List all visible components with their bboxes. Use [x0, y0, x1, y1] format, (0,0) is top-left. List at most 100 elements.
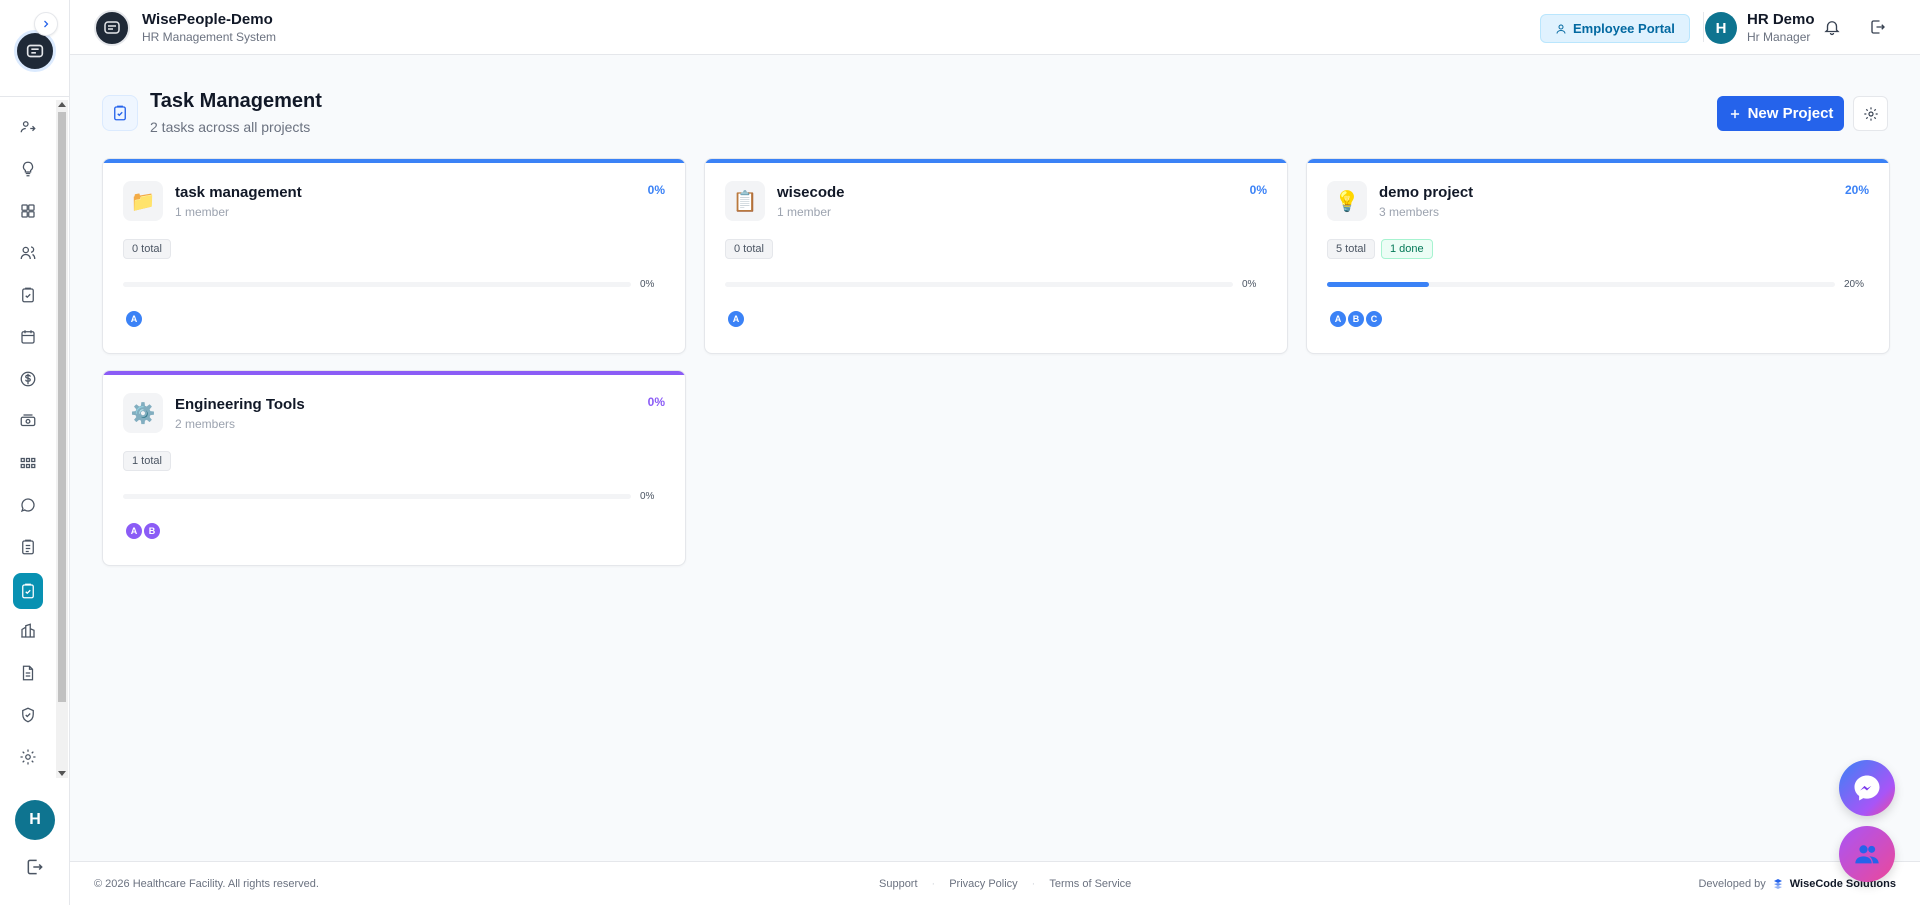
bell-icon — [1824, 21, 1840, 36]
progress-track — [123, 282, 631, 287]
project-members: 3 members — [1379, 205, 1440, 219]
project-card[interactable]: 💡 demo project 3 members 20% 5 total 1 d… — [1306, 158, 1890, 354]
task-count-chips: 0 total — [725, 239, 773, 259]
settings-icon — [19, 748, 37, 771]
sidebar-logout-button[interactable] — [25, 857, 45, 882]
employee-portal-button[interactable]: Employee Portal — [1540, 14, 1690, 43]
sidebar-item-shield[interactable] — [0, 696, 56, 738]
top-header: WisePeople-Demo HR Management System Emp… — [70, 0, 1920, 55]
sidebar-item-settings[interactable] — [0, 738, 56, 780]
logout-button[interactable] — [1869, 18, 1887, 41]
sidebar-item-users[interactable] — [0, 234, 56, 276]
sidebar-item-calendar[interactable] — [0, 318, 56, 360]
sidebar-item-lightbulb[interactable] — [0, 150, 56, 192]
users-icon — [19, 244, 37, 267]
project-members: 2 members — [175, 417, 236, 431]
member-avatar[interactable]: B — [142, 521, 162, 541]
settings-button[interactable] — [1853, 96, 1888, 131]
logout-icon — [1871, 20, 1885, 34]
gear-icon — [1863, 106, 1878, 121]
app-name: WisePeople-Demo — [142, 11, 273, 28]
progress-label: 0% — [1242, 279, 1257, 290]
project-card[interactable]: 📁 task management 1 member 0% 0 total 0%… — [102, 158, 686, 354]
member-avatar[interactable]: A — [1328, 309, 1348, 329]
sidebar-item-cash[interactable] — [0, 402, 56, 444]
project-emoji: ⚙️ — [130, 402, 156, 425]
task-icon — [13, 573, 43, 609]
team-chat-button[interactable] — [1839, 826, 1895, 882]
shield-icon — [19, 706, 37, 729]
project-color-bar — [103, 159, 685, 163]
calendar-icon — [19, 328, 37, 351]
user-name[interactable]: HR Demo — [1747, 11, 1815, 28]
sidebar-item-org-chart[interactable] — [0, 444, 56, 486]
header-divider — [1703, 12, 1704, 42]
progress-label: 20% — [1844, 279, 1865, 290]
project-card[interactable]: 📋 wisecode 1 member 0% 0 total 0% A — [704, 158, 1288, 354]
member-avatar[interactable]: B — [1346, 309, 1366, 329]
terms-of-service-link[interactable]: Terms of Service — [1049, 878, 1131, 890]
chevron-right-icon — [44, 20, 49, 28]
sidebar-item-grid[interactable] — [0, 192, 56, 234]
scroll-up-arrow[interactable] — [58, 102, 66, 107]
notifications-button[interactable] — [1823, 18, 1841, 41]
project-percent: 20% — [1844, 183, 1869, 197]
new-project-label: New Project — [1747, 105, 1834, 122]
project-name[interactable]: demo project — [1379, 184, 1473, 201]
project-icon: 📁 — [123, 181, 163, 221]
project-name[interactable]: Engineering Tools — [175, 396, 305, 413]
sidebar-avatar[interactable]: H — [15, 800, 55, 840]
messenger-chat-button[interactable] — [1839, 760, 1895, 816]
scroll-thumb[interactable] — [58, 112, 66, 702]
project-emoji: 📋 — [732, 190, 758, 213]
sidebar-expand-button[interactable] — [34, 12, 58, 36]
developer-name[interactable]: WiseCode Solutions — [1790, 878, 1896, 890]
project-emoji: 💡 — [1334, 190, 1360, 213]
progress-fill — [1327, 282, 1429, 287]
project-name[interactable]: task management — [175, 184, 302, 201]
grid-icon — [19, 202, 37, 225]
sidebar-scrollbar[interactable] — [56, 100, 68, 778]
app-logo[interactable] — [94, 10, 130, 46]
project-icon: ⚙️ — [123, 393, 163, 433]
sidebar-item-clipboard-check[interactable] — [0, 276, 56, 318]
sidebar: H — [0, 0, 70, 905]
dollar-icon — [19, 370, 37, 393]
sidebar-item-user-switch[interactable] — [0, 108, 56, 150]
project-card[interactable]: ⚙️ Engineering Tools 2 members 0% 1 tota… — [102, 370, 686, 566]
sidebar-logo[interactable] — [14, 30, 56, 72]
user-avatar[interactable]: H — [1705, 12, 1737, 44]
footer-separator: · — [931, 878, 936, 890]
project-emoji: 📁 — [130, 190, 156, 213]
sidebar-item-task[interactable] — [0, 570, 56, 612]
project-percent: 0% — [1249, 183, 1267, 197]
footer: © 2026 Healthcare Facility. All rights r… — [70, 861, 1920, 905]
sidebar-item-building[interactable] — [0, 612, 56, 654]
total-tasks-badge: 0 total — [123, 239, 171, 259]
sidebar-item-clipboard-list[interactable] — [0, 528, 56, 570]
sidebar-item-document[interactable] — [0, 654, 56, 696]
support-link[interactable]: Support — [879, 878, 918, 890]
privacy-policy-link[interactable]: Privacy Policy — [949, 878, 1017, 890]
member-avatar[interactable]: A — [124, 309, 144, 329]
sidebar-divider — [0, 96, 70, 97]
org-chart-icon — [19, 454, 37, 477]
member-avatars: A — [726, 309, 746, 329]
employee-portal-label: Employee Portal — [1573, 21, 1675, 36]
new-project-button[interactable]: New Project — [1717, 96, 1844, 131]
sidebar-item-dollar[interactable] — [0, 360, 56, 402]
member-avatar[interactable]: A — [124, 521, 144, 541]
member-avatar[interactable]: C — [1364, 309, 1384, 329]
total-tasks-badge: 1 total — [123, 451, 171, 471]
clipboard-check-icon — [19, 286, 37, 309]
chat-icon — [19, 496, 37, 519]
member-avatar[interactable]: A — [726, 309, 746, 329]
progress-track — [123, 494, 631, 499]
project-members: 1 member — [777, 205, 832, 219]
sidebar-item-chat[interactable] — [0, 486, 56, 528]
plus-icon — [1730, 109, 1739, 118]
lightbulb-icon — [19, 160, 37, 183]
total-tasks-badge: 5 total — [1327, 239, 1375, 259]
project-name[interactable]: wisecode — [777, 184, 845, 201]
scroll-down-arrow[interactable] — [58, 771, 66, 776]
